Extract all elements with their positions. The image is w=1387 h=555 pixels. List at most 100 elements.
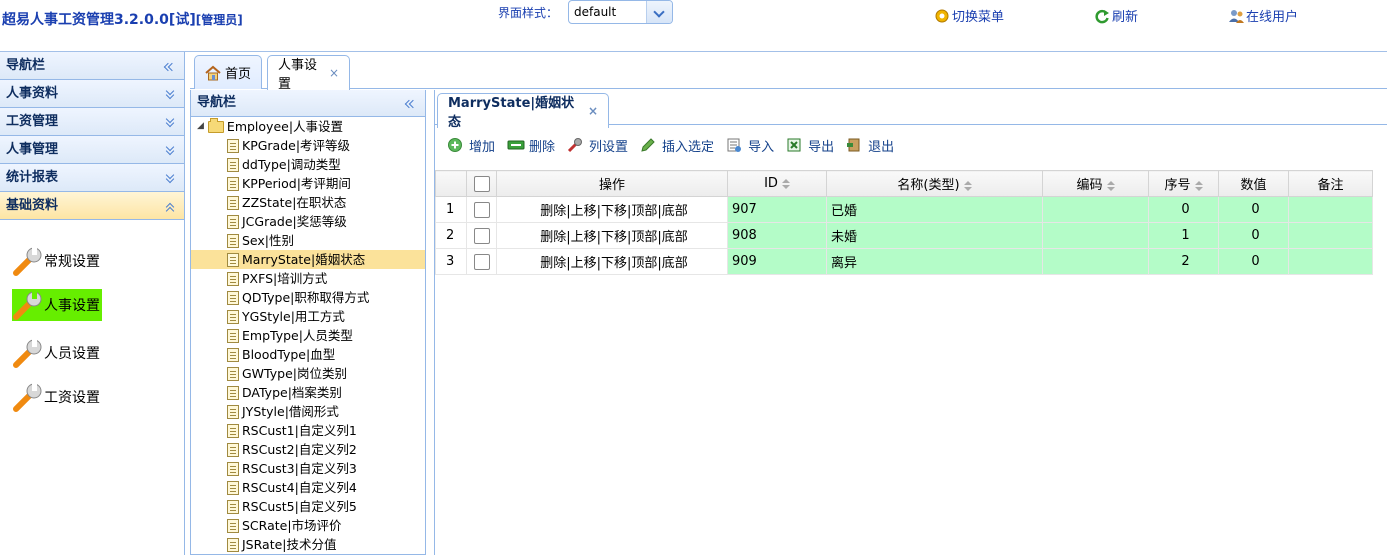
tab-home[interactable]: 首页 bbox=[194, 55, 262, 89]
cell-note bbox=[1288, 196, 1373, 223]
sort-icon[interactable] bbox=[1194, 180, 1203, 191]
chevron-down-icon[interactable] bbox=[646, 1, 672, 23]
select-all-header[interactable] bbox=[466, 170, 497, 197]
add-button[interactable]: 增加 bbox=[447, 136, 495, 155]
row-actions[interactable]: 删除|上移|下移|顶部|底部 bbox=[496, 248, 728, 275]
tab-label: MarryState|婚姻状态 bbox=[448, 96, 575, 130]
switch-menu-icon bbox=[934, 8, 950, 24]
import-button[interactable]: 导入 bbox=[726, 136, 774, 155]
exit-button[interactable]: 退出 bbox=[846, 136, 894, 155]
row-checkbox[interactable] bbox=[473, 227, 490, 244]
row-select[interactable] bbox=[466, 222, 497, 249]
column-header-note[interactable]: 备注 bbox=[1288, 170, 1373, 197]
close-icon[interactable]: × bbox=[329, 66, 339, 80]
tab-personnel-settings[interactable]: 人事设置 × bbox=[267, 55, 350, 92]
tree-item[interactable]: ddType|调动类型 bbox=[191, 155, 425, 174]
switch-menu-link[interactable]: 切换菜单 bbox=[934, 6, 1004, 25]
tree-item[interactable]: RSCust5|自定义列5 bbox=[191, 497, 425, 516]
tree-root[interactable]: ◢ Employee|人事设置 bbox=[191, 117, 425, 136]
nav-item-staff-settings[interactable]: 人员设置 bbox=[12, 337, 100, 369]
expand-icon[interactable] bbox=[164, 173, 176, 185]
insert-selected-button[interactable]: 插入选定 bbox=[640, 136, 714, 155]
tab-marry-state[interactable]: MarryState|婚姻状态 × bbox=[437, 93, 609, 130]
cell-seq: 0 bbox=[1148, 196, 1219, 223]
tree-expanded-icon[interactable]: ◢ bbox=[197, 117, 204, 136]
grid-body: 1 删除|上移|下移|顶部|底部 907 已婚 0 0 2 删除|上移|下移|顶部|底部 908… bbox=[435, 196, 1373, 275]
column-header-action[interactable]: 操作 bbox=[496, 170, 728, 197]
sort-icon[interactable] bbox=[781, 178, 790, 189]
tree-item-label: YGStyle|用工方式 bbox=[242, 309, 345, 324]
tree-item[interactable]: JYStyle|借阅形式 bbox=[191, 402, 425, 421]
row-checkbox[interactable] bbox=[473, 201, 490, 218]
nav-section-reports[interactable]: 统计报表 bbox=[0, 164, 184, 192]
tree-item[interactable]: RSCust4|自定义列4 bbox=[191, 478, 425, 497]
nav-section-salary[interactable]: 工资管理 bbox=[0, 108, 184, 136]
tree-item[interactable]: JCGrade|奖惩等级 bbox=[191, 212, 425, 231]
sub-tabbar: MarryState|婚姻状态 × bbox=[435, 90, 1387, 130]
tree-item-label: JCGrade|奖惩等级 bbox=[242, 214, 347, 229]
delete-button[interactable]: 删除 bbox=[507, 136, 555, 155]
refresh-link[interactable]: 刷新 bbox=[1094, 6, 1138, 25]
nav-item-label: 工资设置 bbox=[44, 390, 100, 406]
row-actions[interactable]: 删除|上移|下移|顶部|底部 bbox=[496, 196, 728, 223]
tree-item[interactable]: SCRate|市场评价 bbox=[191, 516, 425, 535]
tree-item[interactable]: MarryState|婚姻状态 bbox=[191, 250, 425, 269]
tree-item[interactable]: RSCust2|自定义列2 bbox=[191, 440, 425, 459]
nav-item-salary-settings[interactable]: 工资设置 bbox=[12, 381, 100, 413]
cell-name: 离异 bbox=[826, 248, 1043, 275]
collapse-left-icon[interactable] bbox=[164, 61, 176, 73]
collapse-icon[interactable] bbox=[164, 201, 176, 213]
add-icon bbox=[447, 137, 463, 153]
online-users-link[interactable]: 在线用户 bbox=[1228, 6, 1298, 25]
table-row[interactable]: 3 删除|上移|下移|顶部|底部 909 离异 2 0 bbox=[435, 248, 1373, 275]
row-select[interactable] bbox=[466, 196, 497, 223]
column-header-id[interactable]: ID bbox=[727, 170, 827, 197]
column-header-value[interactable]: 数值 bbox=[1218, 170, 1289, 197]
row-select[interactable] bbox=[466, 248, 497, 275]
row-checkbox[interactable] bbox=[473, 253, 490, 270]
sort-icon[interactable] bbox=[1106, 180, 1115, 191]
column-header-name[interactable]: 名称(类型) bbox=[826, 170, 1043, 197]
tree-item-label: JSRate|技术分值 bbox=[242, 537, 337, 552]
tree-item[interactable]: RSCust1|自定义列1 bbox=[191, 421, 425, 440]
tree-item[interactable]: Sex|性别 bbox=[191, 231, 425, 250]
tree-item[interactable]: BloodType|血型 bbox=[191, 345, 425, 364]
expand-icon[interactable] bbox=[164, 117, 176, 129]
tree-item[interactable]: YGStyle|用工方式 bbox=[191, 307, 425, 326]
nav-section-personnel-mgmt[interactable]: 人事管理 bbox=[0, 136, 184, 164]
collapse-left-icon[interactable] bbox=[405, 98, 417, 110]
expand-icon[interactable] bbox=[164, 145, 176, 157]
select-all-checkbox[interactable] bbox=[473, 175, 490, 192]
column-settings-button[interactable]: 列设置 bbox=[567, 136, 628, 155]
tree-item[interactable]: JSRate|技术分值 bbox=[191, 535, 425, 554]
expand-icon[interactable] bbox=[164, 89, 176, 101]
nav-section-personnel-data[interactable]: 人事资料 bbox=[0, 80, 184, 108]
document-icon bbox=[227, 461, 239, 476]
delete-label: 删除 bbox=[529, 139, 556, 155]
tree-item[interactable]: KPPeriod|考评期间 bbox=[191, 174, 425, 193]
close-icon[interactable]: × bbox=[588, 104, 598, 118]
tree-item[interactable]: RSCust3|自定义列3 bbox=[191, 459, 425, 478]
folder-open-icon bbox=[207, 117, 224, 133]
table-row[interactable]: 1 删除|上移|下移|顶部|底部 907 已婚 0 0 bbox=[435, 196, 1373, 223]
style-select[interactable]: default bbox=[568, 0, 673, 24]
nav-item-general-settings[interactable]: 常规设置 bbox=[12, 245, 100, 277]
tree-item[interactable]: KPGrade|考评等级 bbox=[191, 136, 425, 155]
tree-item[interactable]: DAType|档案类别 bbox=[191, 383, 425, 402]
sort-icon[interactable] bbox=[963, 180, 972, 191]
row-actions[interactable]: 删除|上移|下移|顶部|底部 bbox=[496, 222, 728, 249]
table-row[interactable]: 2 删除|上移|下移|顶部|底部 908 未婚 1 0 bbox=[435, 222, 1373, 249]
tree-item[interactable]: EmpType|人员类型 bbox=[191, 326, 425, 345]
document-icon bbox=[227, 518, 239, 533]
column-header-label: 编码 bbox=[1076, 178, 1103, 193]
tree-item[interactable]: QDType|职称取得方式 bbox=[191, 288, 425, 307]
tree-item[interactable]: GWType|岗位类别 bbox=[191, 364, 425, 383]
column-header-seq[interactable]: 序号 bbox=[1148, 170, 1219, 197]
tree-item[interactable]: PXFS|培训方式 bbox=[191, 269, 425, 288]
nav-item-personnel-settings[interactable]: 人事设置 bbox=[12, 289, 102, 321]
exit-icon bbox=[846, 137, 862, 153]
column-header-code[interactable]: 编码 bbox=[1042, 170, 1149, 197]
nav-section-basic-data[interactable]: 基础资料 bbox=[0, 192, 184, 220]
export-button[interactable]: 导出 bbox=[786, 136, 834, 155]
tree-item[interactable]: ZZState|在职状态 bbox=[191, 193, 425, 212]
